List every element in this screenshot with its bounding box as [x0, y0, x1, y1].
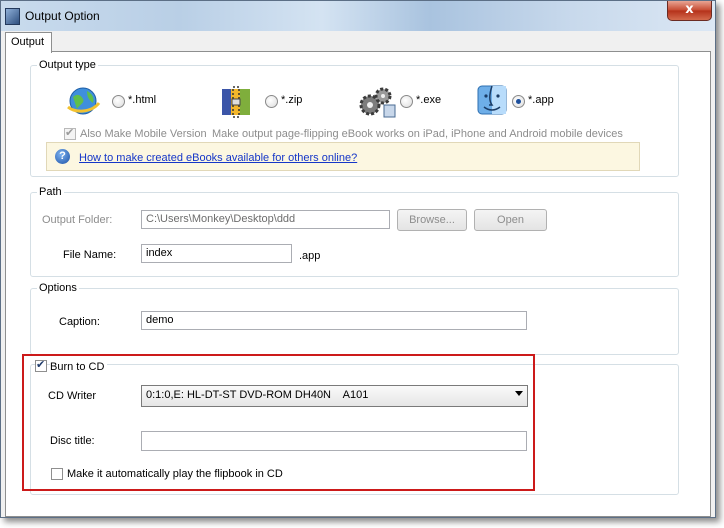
- output-option-dialog: Output Option x Output Output type *.htm…: [0, 0, 716, 518]
- help-icon: ?: [55, 149, 70, 164]
- output-folder-label: Output Folder:: [42, 214, 113, 226]
- caption-field[interactable]: demo: [141, 311, 527, 330]
- file-name-label: File Name:: [63, 249, 117, 261]
- file-extension-label: .app: [299, 250, 321, 262]
- highlight-box: [22, 354, 535, 491]
- browse-button[interactable]: Browse...: [397, 209, 467, 231]
- exe-radio[interactable]: [400, 95, 413, 108]
- title-bar[interactable]: Output Option x: [1, 1, 715, 31]
- html-option-label: *.html: [128, 94, 157, 106]
- mobile-hint-text: Make output page-flipping eBook works on…: [212, 128, 623, 140]
- mac-finder-icon: [475, 83, 511, 119]
- caption-label: Caption:: [59, 316, 100, 328]
- app-radio[interactable]: [512, 95, 525, 108]
- mobile-version-label: Also Make Mobile Version: [80, 128, 207, 140]
- exe-option-label: *.exe: [416, 94, 442, 106]
- zip-archive-icon: [219, 83, 255, 119]
- app-option-label: *.app: [528, 94, 554, 106]
- zip-option-label: *.zip: [281, 94, 303, 106]
- output-folder-field[interactable]: C:\Users\Monkey\Desktop\ddd: [141, 210, 390, 229]
- html-radio[interactable]: [112, 95, 125, 108]
- gears-icon: [356, 85, 396, 121]
- globe-icon: [65, 83, 101, 119]
- tab-output[interactable]: Output: [5, 32, 52, 53]
- app-icon: [5, 8, 20, 25]
- close-button[interactable]: x: [667, 1, 712, 21]
- path-group-label: Path: [37, 186, 64, 198]
- window-title: Output Option: [25, 9, 100, 23]
- output-type-group-label: Output type: [37, 59, 98, 71]
- help-link[interactable]: How to make created eBooks available for…: [79, 152, 357, 164]
- mobile-version-checkbox[interactable]: [64, 126, 76, 140]
- path-group: [30, 192, 679, 277]
- tab-label: Output: [11, 36, 45, 48]
- options-group-label: Options: [37, 282, 79, 294]
- help-banner: ? How to make created eBooks available f…: [46, 142, 640, 171]
- open-button[interactable]: Open: [474, 209, 547, 231]
- file-name-field[interactable]: index: [141, 244, 292, 263]
- zip-radio[interactable]: [265, 95, 278, 108]
